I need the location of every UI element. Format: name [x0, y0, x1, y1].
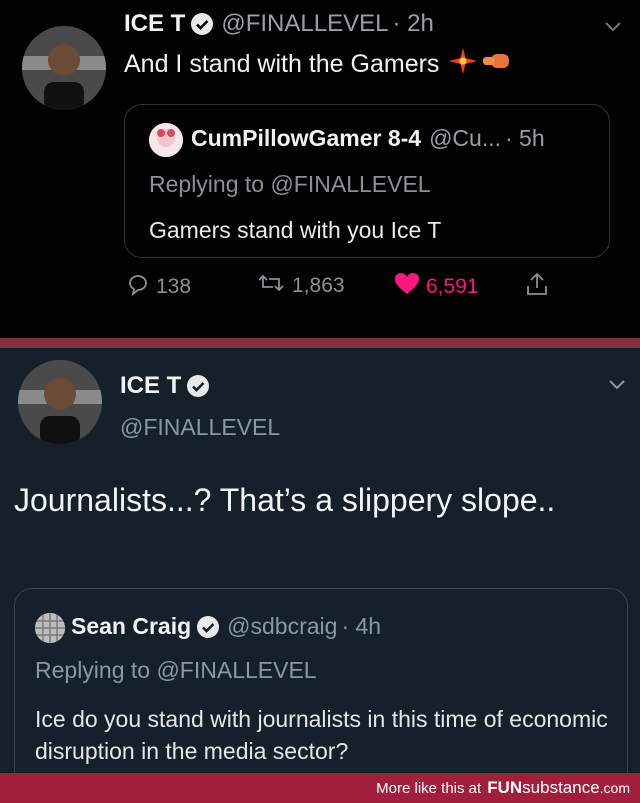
quoted-avatar[interactable] — [35, 613, 65, 643]
handle[interactable]: @FINALLEVEL — [120, 414, 280, 441]
verified-badge-icon — [197, 615, 220, 638]
quoted-display-name[interactable]: Sean Craig — [71, 613, 191, 640]
reply-button[interactable]: 138 — [126, 272, 191, 302]
replying-to[interactable]: Replying to @FINALLEVEL — [149, 171, 431, 198]
chevron-down-icon[interactable] — [608, 374, 626, 397]
tweet-text: And I stand with the Gamers — [124, 48, 511, 81]
replying-to[interactable]: Replying to @FINALLEVEL — [35, 657, 317, 684]
quoted-handle[interactable]: @Cu... — [429, 125, 501, 152]
chevron-down-icon[interactable] — [604, 16, 622, 39]
avatar[interactable] — [22, 26, 106, 110]
bottom-tweet[interactable]: ICE T @FINALLEVEL Journalists...? That’s… — [0, 348, 640, 788]
retweet-count: 1,863 — [292, 274, 345, 297]
timestamp[interactable]: · 2h — [392, 10, 433, 38]
brand-light: substance — [522, 778, 600, 797]
quoted-avatar[interactable] — [149, 123, 183, 157]
retweet-button[interactable]: 1,863 — [256, 272, 345, 300]
handle[interactable]: @FINALLEVEL — [221, 10, 388, 38]
tweet-header: ICE T @FINALLEVEL · 2h — [124, 10, 434, 38]
quoted-tweet[interactable]: CumPillowGamer 8-4 @Cu... · 5h Replying … — [124, 104, 610, 258]
quoted-text: Gamers stand with you Ice T — [149, 217, 442, 243]
sparkle-emoji-icon — [449, 48, 478, 81]
watermark-logo[interactable]: FUNsubstance.com — [487, 778, 630, 798]
tweet-text-content: And I stand with the Gamers — [124, 50, 440, 78]
heart-icon — [394, 272, 420, 302]
quoted-header: CumPillowGamer 8-4 @Cu... · 5h — [191, 125, 545, 152]
quoted-tweet[interactable]: Sean Craig @sdbcraig · 4h Replying to @F… — [14, 588, 628, 788]
quoted-timestamp[interactable]: · 4h — [341, 613, 381, 640]
retweet-icon — [256, 272, 286, 300]
display-name[interactable]: ICE T — [124, 10, 185, 38]
avatar[interactable] — [18, 360, 102, 444]
tweet-header: ICE T — [120, 372, 210, 400]
like-count: 6,591 — [426, 275, 479, 298]
quoted-header: Sean Craig @sdbcraig · 4h — [71, 613, 381, 640]
share-button[interactable] — [526, 272, 548, 302]
verified-badge-icon — [191, 13, 214, 35]
verified-badge-icon — [187, 375, 210, 397]
reply-icon — [126, 272, 150, 302]
brand-tld: .com — [599, 780, 630, 796]
tweet-actions: 138 1,863 6,591 — [124, 272, 564, 304]
fist-emoji-icon — [481, 50, 511, 79]
brand-bold: FUN — [487, 778, 523, 797]
top-tweet[interactable]: ICE T @FINALLEVEL · 2h And I stand with … — [0, 0, 640, 338]
like-button[interactable]: 6,591 — [394, 272, 479, 302]
watermark-bar[interactable]: More like this at FUNsubstance.com — [0, 773, 640, 803]
watermark-text: More like this at — [376, 779, 482, 797]
tweet-text: Journalists...? That’s a slippery slope.… — [14, 482, 556, 518]
display-name[interactable]: ICE T — [120, 372, 181, 400]
share-icon — [526, 272, 548, 302]
quoted-timestamp[interactable]: · 5h — [505, 125, 545, 152]
quoted-text: Ice do you stand with journalists in thi… — [35, 706, 608, 764]
quoted-display-name[interactable]: CumPillowGamer 8-4 — [191, 125, 421, 152]
reply-count: 138 — [156, 275, 192, 298]
divider — [0, 338, 640, 348]
quoted-handle[interactable]: @sdbcraig — [227, 613, 337, 640]
